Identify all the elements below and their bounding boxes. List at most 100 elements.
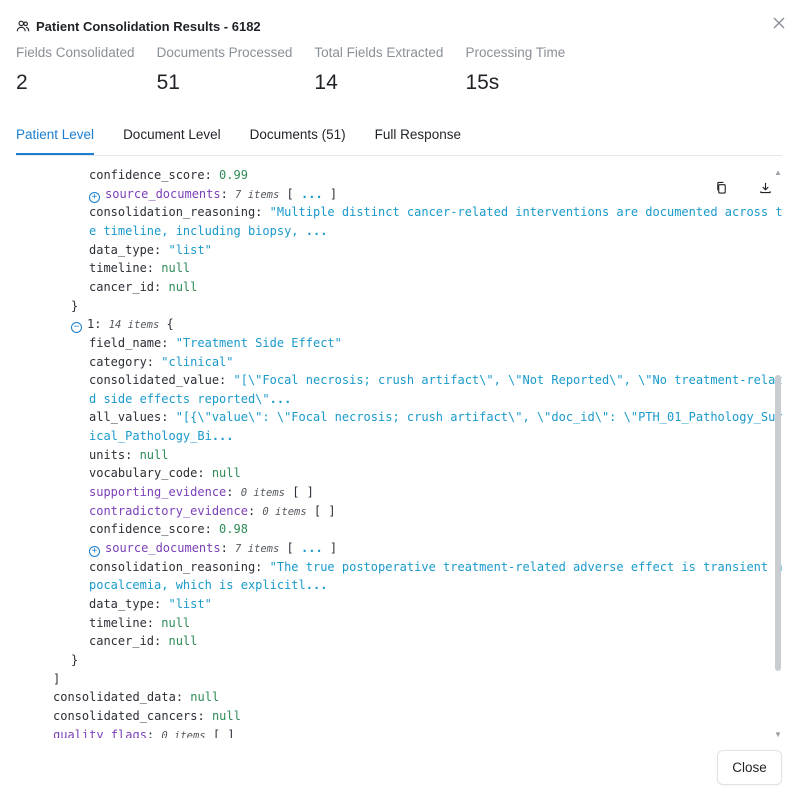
- json-token: [ ]: [285, 485, 314, 500]
- json-token: timeline: [89, 615, 147, 630]
- json-token: confidence_score: [89, 168, 205, 182]
- scrollbar[interactable]: ▲ ▼: [774, 169, 782, 739]
- json-token: :: [226, 485, 241, 500]
- json-token: null: [211, 708, 241, 723]
- expand-ellipsis[interactable]: ...: [301, 187, 323, 201]
- json-token: cancer_id: [89, 634, 155, 649]
- json-line: supporting_evidence: 0 items [ ]: [89, 483, 314, 501]
- json-token: ]: [322, 541, 338, 555]
- json-line: data_type: "list": [89, 241, 212, 259]
- json-token: "Multiple distinct cancer-related interv…: [269, 205, 782, 220]
- json-token: quality_flags: [53, 727, 147, 739]
- json-token: "[{\"value\": \"Focal necrosis; crush ar…: [175, 410, 782, 425]
- json-token: "list": [168, 242, 212, 257]
- json-token: :: [146, 727, 162, 739]
- json-token: [ ]: [306, 503, 336, 518]
- expand-ellipsis[interactable]: ...: [212, 429, 234, 443]
- json-line: data_type: "list": [89, 595, 212, 613]
- json-token: :: [146, 354, 162, 369]
- json-token: source_documents: [105, 541, 221, 555]
- json-line: }: [71, 297, 78, 315]
- json-viewer[interactable]: confidence_score: 0.99 + source_documents:…: [16, 163, 782, 738]
- json-token: {: [159, 317, 174, 332]
- json-token: :: [220, 541, 236, 555]
- json-token: :: [146, 261, 162, 276]
- json-token: :: [154, 634, 169, 649]
- json-token: [: [279, 186, 301, 201]
- json-line: category: "clinical": [89, 353, 234, 371]
- expand-ellipsis[interactable]: ...: [306, 578, 328, 592]
- json-line: timeline: null: [89, 614, 190, 632]
- json-token: null: [161, 261, 191, 276]
- tab-patient-level[interactable]: Patient Level: [16, 124, 95, 155]
- expand-ellipsis[interactable]: ...: [306, 224, 328, 238]
- json-token: 7 items: [235, 543, 280, 555]
- json-token: :: [204, 522, 220, 537]
- expand-icon[interactable]: +: [89, 191, 100, 203]
- expand-ellipsis[interactable]: ...: [270, 392, 292, 406]
- json-token: ]: [53, 671, 61, 686]
- json-token: :: [154, 242, 169, 257]
- json-token: null: [161, 615, 191, 630]
- json-token: units: [89, 447, 126, 462]
- scroll-down-icon[interactable]: ▼: [774, 731, 782, 739]
- json-token: :: [125, 447, 140, 462]
- json-token: 0.98: [219, 522, 248, 537]
- tab-bar: Patient Level Document Level Documents (…: [16, 124, 782, 156]
- people-icon: [16, 20, 30, 32]
- json-token: null: [139, 447, 169, 462]
- dialog-header: Patient Consolidation Results - 6182: [16, 16, 261, 36]
- close-button[interactable]: Close: [717, 750, 782, 785]
- json-token: :: [204, 168, 220, 182]
- json-token: :: [175, 690, 191, 705]
- json-token: d side effects reported\": [89, 391, 270, 406]
- json-line: −1: 14 items {: [71, 315, 174, 334]
- json-token: }: [71, 298, 79, 313]
- json-token: "Treatment Side Effect": [175, 335, 342, 350]
- json-token: 0 items: [262, 505, 307, 518]
- json-token: "clinical": [161, 354, 234, 369]
- json-line: confidence_score: 0.98: [89, 520, 248, 538]
- json-line: all_values: "[{\"value\": \"Focal necros…: [89, 408, 782, 426]
- json-token: consolidation_reasoning: [89, 559, 256, 574]
- stat-processing-time: Processing Time 15s: [465, 45, 566, 94]
- collapse-icon[interactable]: −: [71, 322, 82, 334]
- json-token: :: [154, 596, 169, 611]
- expand-icon[interactable]: +: [89, 546, 100, 557]
- json-token: vocabulary_code: [89, 466, 198, 481]
- json-token: :: [161, 335, 176, 350]
- json-token: "The true postoperative treatment-relate…: [269, 559, 782, 574]
- scrollbar-thumb[interactable]: [775, 375, 781, 671]
- scroll-up-icon[interactable]: ▲: [774, 169, 782, 177]
- json-token: data_type: [89, 596, 155, 611]
- json-token: "[\"Focal necrosis; crush artifact\", \"…: [233, 373, 783, 388]
- json-token: :: [161, 410, 176, 425]
- json-token: 7 items: [235, 188, 280, 201]
- close-icon[interactable]: [770, 14, 788, 32]
- json-token: null: [168, 634, 198, 649]
- json-token: 14 items: [108, 319, 160, 332]
- json-line: ]: [53, 670, 60, 688]
- stat-documents-processed: Documents Processed 51: [156, 45, 293, 94]
- json-token: :: [197, 708, 212, 723]
- tab-documents[interactable]: Documents (51): [250, 124, 346, 155]
- tab-document-level[interactable]: Document Level: [123, 124, 221, 155]
- json-token: consolidated_value: [89, 373, 220, 388]
- json-token: null: [211, 466, 241, 481]
- json-token: :: [219, 373, 234, 388]
- json-line: timeline: null: [89, 259, 190, 277]
- tab-full-response[interactable]: Full Response: [375, 124, 461, 155]
- json-token: 0 items: [161, 729, 206, 739]
- expand-ellipsis[interactable]: ...: [301, 541, 323, 555]
- json-token: consolidated_data: [53, 690, 176, 705]
- json-token: supporting_evidence: [89, 485, 227, 500]
- json-token: :: [255, 559, 270, 574]
- json-token: }: [71, 652, 79, 667]
- stats-row: Fields Consolidated 2 Documents Processe…: [16, 44, 587, 95]
- json-token: all_values: [89, 410, 162, 425]
- json-line: pocalcemia, which is explicitl...: [89, 576, 327, 594]
- json-token: :: [146, 615, 162, 630]
- json-line: quality_flags: 0 items [ ]: [53, 726, 235, 739]
- json-line: consolidation_reasoning: "The true posto…: [89, 558, 782, 576]
- json-token: data_type: [89, 242, 155, 257]
